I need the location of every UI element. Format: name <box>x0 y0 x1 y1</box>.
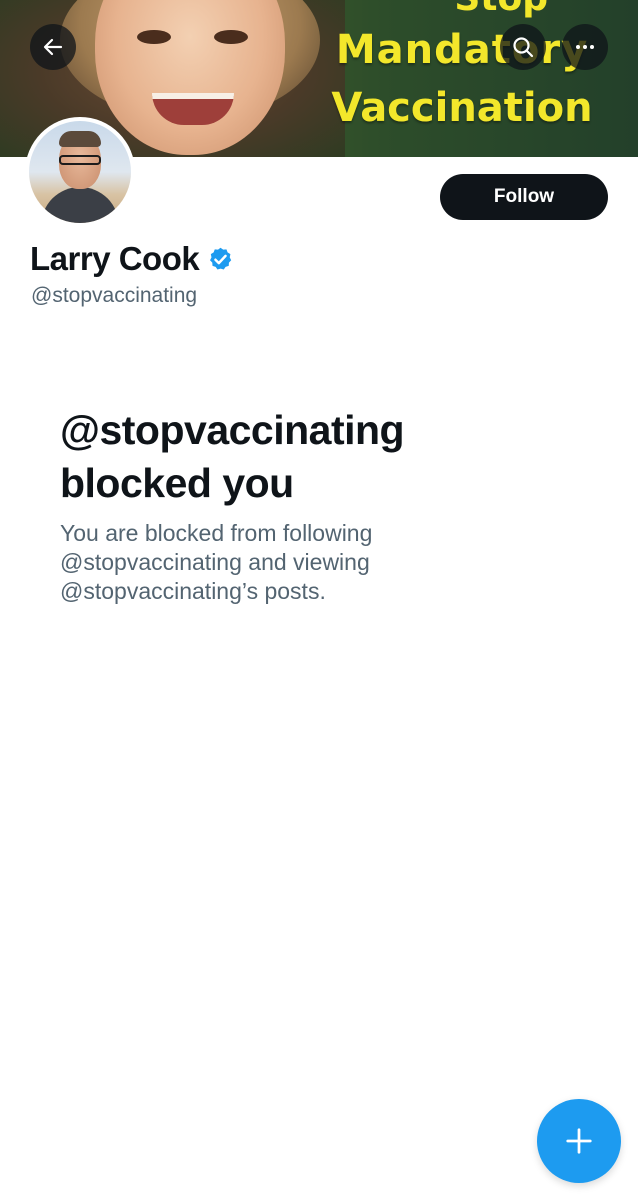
verified-badge-icon[interactable] <box>207 246 234 273</box>
search-icon <box>513 37 534 58</box>
blocked-description: You are blocked from following @stopvacc… <box>60 519 460 606</box>
avatar-body <box>41 187 119 223</box>
banner-child-eye-left <box>137 30 171 44</box>
banner-child-eye-right <box>214 30 248 44</box>
blocked-title: @stopvaccinating blocked you <box>60 404 580 510</box>
banner-child-face <box>95 0 285 155</box>
avatar-hair <box>59 131 101 147</box>
more-button[interactable] <box>562 24 608 70</box>
search-button[interactable] <box>500 24 546 70</box>
profile-avatar[interactable] <box>25 117 135 227</box>
blocked-description-line2: @stopvaccinating and viewing <box>60 549 370 575</box>
banner-text-line1: Mandatory <box>335 27 589 73</box>
blocked-description-line3: @stopvaccinating’s posts. <box>60 578 326 604</box>
back-button[interactable] <box>30 24 76 70</box>
avatar-photo <box>29 121 131 223</box>
follow-button[interactable]: Follow <box>440 174 608 220</box>
more-horizontal-icon <box>576 45 594 49</box>
blocked-title-line1: @stopvaccinating <box>60 407 405 453</box>
profile-handle: @stopvaccinating <box>31 284 198 307</box>
compose-fab-button[interactable] <box>537 1099 621 1183</box>
profile-name-row: Larry Cook <box>30 240 234 278</box>
avatar-glasses <box>59 155 101 165</box>
blocked-title-line2: blocked you <box>60 460 294 506</box>
banner-text-top: Stop <box>454 0 548 19</box>
plus-icon <box>566 1128 592 1154</box>
arrow-left-icon <box>43 38 63 56</box>
display-name: Larry Cook <box>30 240 200 277</box>
blocked-description-line1: You are blocked from following <box>60 520 373 546</box>
banner-text-line2: Vaccination <box>331 85 593 131</box>
banner-text: Mandatory Vaccination <box>322 20 602 128</box>
